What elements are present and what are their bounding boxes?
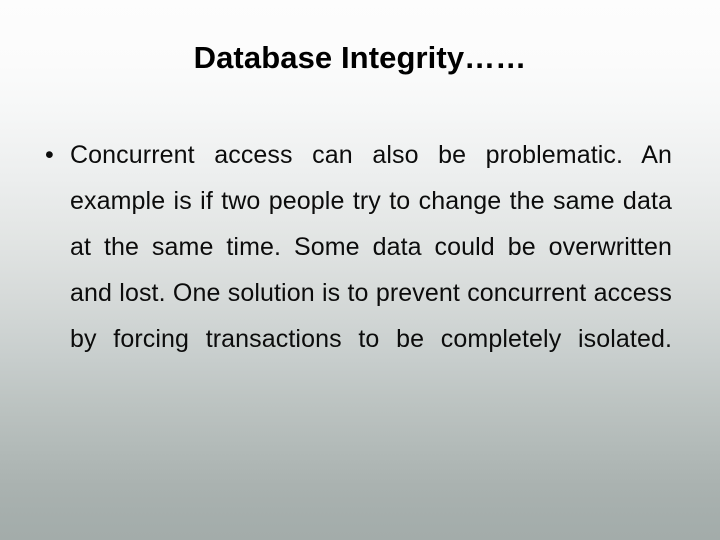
bullet-list-item: • Concurrent access can also be problema… [44, 132, 672, 408]
presentation-slide: Database Integrity…… • Concurrent access… [0, 0, 720, 540]
slide-body-bullet-list: • Concurrent access can also be problema… [44, 132, 672, 408]
bullet-point-icon: • [45, 141, 54, 169]
bullet-item-text: Concurrent access can also be problemati… [70, 141, 672, 353]
slide-title: Database Integrity…… [193, 40, 527, 75]
